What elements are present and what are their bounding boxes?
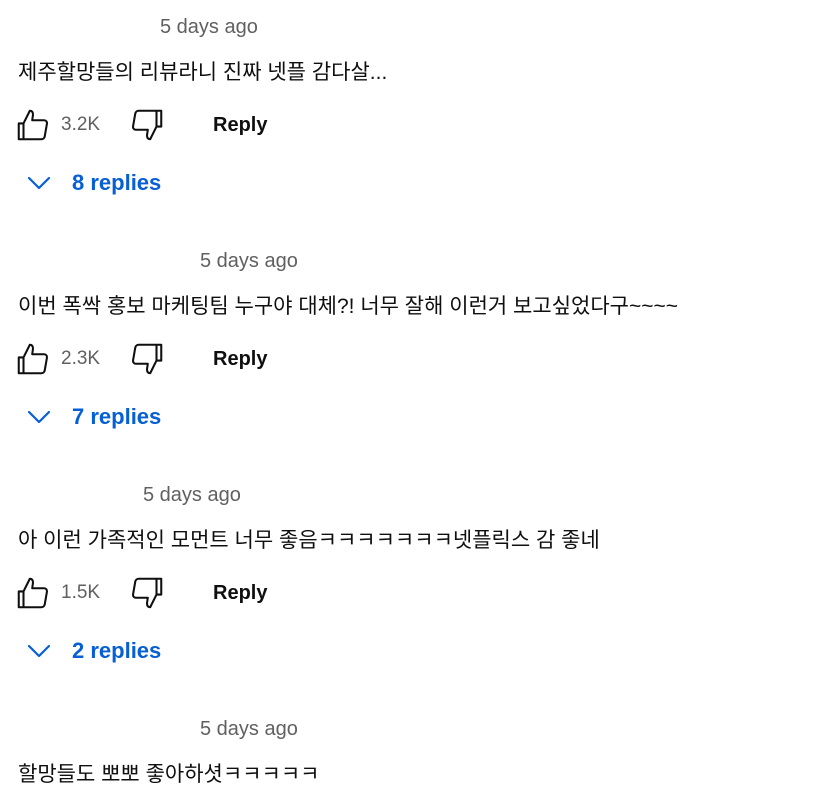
like-button[interactable]: [14, 574, 52, 612]
chevron-down-icon: [27, 644, 51, 658]
dislike-button[interactable]: [128, 340, 166, 378]
like-button[interactable]: [14, 340, 52, 378]
comment-actions: 1.5K Reply: [0, 574, 836, 610]
chevron-down-icon: [27, 410, 51, 424]
reply-button[interactable]: Reply: [213, 348, 267, 371]
like-count: 3.2K: [61, 114, 101, 135]
thumbs-up-icon: [17, 109, 49, 141]
comment-actions: 2.3K Reply: [0, 340, 836, 376]
comment-timestamp[interactable]: 5 days ago: [160, 16, 258, 39]
chevron-down-icon: [27, 176, 51, 190]
thumbs-up-icon: [17, 343, 49, 375]
comment-actions: 3.2K Reply: [0, 106, 836, 142]
like-button[interactable]: [14, 106, 52, 144]
thumbs-down-icon: [131, 577, 163, 609]
reply-button[interactable]: Reply: [213, 582, 267, 605]
dislike-button[interactable]: [128, 574, 166, 612]
comment-text: 할망들도 뽀뽀 좋아하셧ㅋㅋㅋㅋㅋ: [18, 763, 320, 786]
thumbs-up-icon: [17, 577, 49, 609]
comment-timestamp[interactable]: 5 days ago: [200, 250, 298, 273]
thumbs-down-icon: [131, 343, 163, 375]
comment-text: 아 이런 가족적인 모먼트 너무 좋음ㅋㅋㅋㅋㅋㅋㅋ넷플릭스 감 좋네: [18, 529, 600, 552]
like-count: 1.5K: [61, 582, 101, 603]
comment-timestamp[interactable]: 5 days ago: [143, 484, 241, 507]
reply-button[interactable]: Reply: [213, 114, 267, 137]
comment-text: 제주할망들의 리뷰라니 진짜 넷플 감다살...: [18, 61, 388, 84]
comment-text: 이번 폭싹 홍보 마케팅팀 누구야 대체?! 너무 잘해 이런거 보고싶었다구~…: [18, 295, 679, 318]
dislike-button[interactable]: [128, 106, 166, 144]
replies-count-label: 8 replies: [72, 170, 162, 195]
replies-count-label: 7 replies: [72, 404, 162, 429]
like-count: 2.3K: [61, 348, 101, 369]
replies-count-label: 2 replies: [72, 638, 162, 663]
comment-timestamp[interactable]: 5 days ago: [200, 718, 298, 741]
thumbs-down-icon: [131, 109, 163, 141]
